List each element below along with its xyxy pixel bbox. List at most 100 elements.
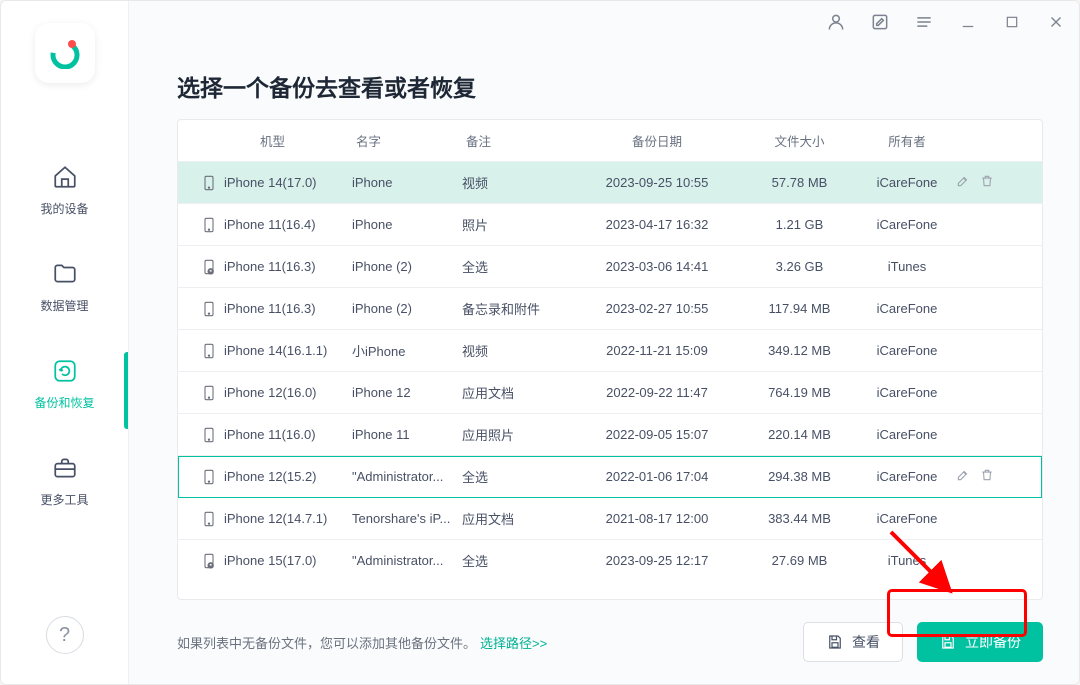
- table-row[interactable]: iPhone 12(15.2) "Administrator... 全选 202…: [178, 456, 1042, 498]
- edit-row-icon[interactable]: [956, 174, 970, 191]
- close-icon[interactable]: [1045, 11, 1067, 33]
- th-name: 名字: [352, 131, 462, 150]
- cell-name: iPhone (2): [352, 301, 462, 316]
- phone-icon: [188, 383, 224, 403]
- backups-table: 机型 名字 备注 备份日期 文件大小 所有者 iPhone 14(17.0) i…: [177, 119, 1043, 600]
- delete-row-icon[interactable]: [980, 468, 994, 485]
- cell-name: Tenorshare's iP...: [352, 511, 462, 526]
- footer-text: 如果列表中无备份文件，您可以添加其他备份文件。: [177, 633, 476, 652]
- backup-label: 立即备份: [965, 632, 1021, 652]
- cell-note: 视频: [462, 173, 572, 192]
- logo-icon: [49, 37, 81, 69]
- view-button[interactable]: 查看: [803, 622, 903, 662]
- sidebar-item-label: 更多工具: [40, 491, 88, 508]
- backup-now-button[interactable]: 立即备份: [917, 622, 1043, 662]
- cell-size: 1.21 GB: [742, 217, 857, 232]
- cell-model: iPhone 11(16.3): [224, 301, 352, 316]
- th-owner: 所有者: [857, 131, 957, 150]
- row-actions: [957, 174, 993, 191]
- table-body: iPhone 14(17.0) iPhone 视频 2023-09-25 10:…: [178, 162, 1042, 578]
- cell-owner: iCareFone: [857, 469, 957, 484]
- phone-icon: [188, 425, 224, 445]
- cell-name: "Administrator...: [352, 553, 462, 568]
- table-row[interactable]: iPhone 14(16.1.1) 小iPhone 视频 2022-11-21 …: [178, 330, 1042, 372]
- sidebar-item-my-device[interactable]: 我的设备: [1, 148, 128, 245]
- cell-owner: iCareFone: [857, 217, 957, 232]
- table-row[interactable]: iPhone 12(14.7.1) Tenorshare's iP... 应用文…: [178, 498, 1042, 540]
- cell-date: 2021-08-17 12:00: [572, 511, 742, 526]
- footer: 如果列表中无备份文件，您可以添加其他备份文件。 选择路径>> 查看 立即备份: [177, 622, 1043, 662]
- sidebar-item-label: 备份和恢复: [34, 394, 94, 411]
- user-icon[interactable]: [825, 11, 847, 33]
- row-actions: [957, 468, 993, 485]
- cell-owner: iCareFone: [857, 343, 957, 358]
- sidebar: 我的设备 数据管理 备份和恢复 更多工具 ?: [1, 1, 128, 684]
- menu-icon[interactable]: [913, 11, 935, 33]
- cell-owner: iTunes: [857, 553, 957, 568]
- cell-owner: iCareFone: [857, 511, 957, 526]
- sidebar-item-more-tools[interactable]: 更多工具: [1, 439, 128, 536]
- cell-model: iPhone 12(15.2): [224, 469, 352, 484]
- sidebar-item-backup-restore[interactable]: 备份和恢复: [1, 342, 128, 439]
- cell-date: 2023-09-25 12:17: [572, 553, 742, 568]
- table-row[interactable]: iPhone 11(16.3) iPhone (2) 备忘录和附件 2023-0…: [178, 288, 1042, 330]
- home-icon: [50, 162, 80, 192]
- table-row[interactable]: iPhone 12(16.0) iPhone 12 应用文档 2022-09-2…: [178, 372, 1042, 414]
- table-row[interactable]: iPhone 11(16.3) iPhone (2) 全选 2023-03-06…: [178, 246, 1042, 288]
- cell-date: 2022-09-22 11:47: [572, 385, 742, 400]
- cell-date: 2023-04-17 16:32: [572, 217, 742, 232]
- table-row[interactable]: iPhone 11(16.0) iPhone 11 应用照片 2022-09-0…: [178, 414, 1042, 456]
- cell-size: 764.19 MB: [742, 385, 857, 400]
- cell-date: 2023-02-27 10:55: [572, 301, 742, 316]
- cell-model: iPhone 12(16.0): [224, 385, 352, 400]
- sidebar-item-label: 我的设备: [40, 200, 88, 217]
- view-label: 查看: [852, 632, 880, 652]
- maximize-icon[interactable]: [1001, 11, 1023, 33]
- table-row[interactable]: iPhone 15(17.0) "Administrator... 全选 202…: [178, 540, 1042, 578]
- itunes-phone-icon: [188, 257, 224, 277]
- cell-size: 294.38 MB: [742, 469, 857, 484]
- edit-row-icon[interactable]: [956, 468, 970, 485]
- phone-icon: [188, 215, 224, 235]
- cell-model: iPhone 11(16.0): [224, 427, 352, 442]
- th-date: 备份日期: [572, 131, 742, 150]
- choose-path-link[interactable]: 选择路径>>: [480, 633, 547, 652]
- save-icon: [939, 633, 957, 651]
- cell-note: 全选: [462, 551, 572, 570]
- cell-size: 3.26 GB: [742, 259, 857, 274]
- cell-date: 2022-01-06 17:04: [572, 469, 742, 484]
- cell-note: 视频: [462, 341, 572, 360]
- cell-note: 备忘录和附件: [462, 299, 572, 318]
- cell-date: 2022-09-05 15:07: [572, 427, 742, 442]
- th-note: 备注: [462, 131, 572, 150]
- cell-name: "Administrator...: [352, 469, 462, 484]
- th-size: 文件大小: [742, 131, 857, 150]
- titlebar: [825, 11, 1067, 33]
- footer-actions: 查看 立即备份: [803, 622, 1043, 662]
- edit-icon[interactable]: [869, 11, 891, 33]
- cell-model: iPhone 15(17.0): [224, 553, 352, 568]
- delete-row-icon[interactable]: [980, 174, 994, 191]
- cell-name: iPhone (2): [352, 259, 462, 274]
- main-content: 选择一个备份去查看或者恢复 机型 名字 备注 备份日期 文件大小 所有者 iPh…: [129, 1, 1079, 684]
- minimize-icon[interactable]: [957, 11, 979, 33]
- cell-date: 2023-09-25 10:55: [572, 175, 742, 190]
- cell-name: iPhone 11: [352, 427, 462, 442]
- save-view-icon: [826, 633, 844, 651]
- cell-model: iPhone 14(17.0): [224, 175, 352, 190]
- cell-name: iPhone: [352, 217, 462, 232]
- cell-size: 349.12 MB: [742, 343, 857, 358]
- help-button[interactable]: ?: [46, 616, 84, 654]
- cell-owner: iCareFone: [857, 385, 957, 400]
- cell-note: 应用文档: [462, 509, 572, 528]
- main-area: 选择一个备份去查看或者恢复 机型 名字 备注 备份日期 文件大小 所有者 iPh…: [128, 1, 1079, 684]
- table-row[interactable]: iPhone 14(17.0) iPhone 视频 2023-09-25 10:…: [178, 162, 1042, 204]
- phone-icon: [188, 509, 224, 529]
- phone-icon: [188, 341, 224, 361]
- sidebar-item-data-manage[interactable]: 数据管理: [1, 245, 128, 342]
- refresh-icon: [50, 356, 80, 386]
- table-row[interactable]: iPhone 11(16.4) iPhone 照片 2023-04-17 16:…: [178, 204, 1042, 246]
- cell-size: 27.69 MB: [742, 553, 857, 568]
- phone-icon: [188, 299, 224, 319]
- cell-note: 应用文档: [462, 383, 572, 402]
